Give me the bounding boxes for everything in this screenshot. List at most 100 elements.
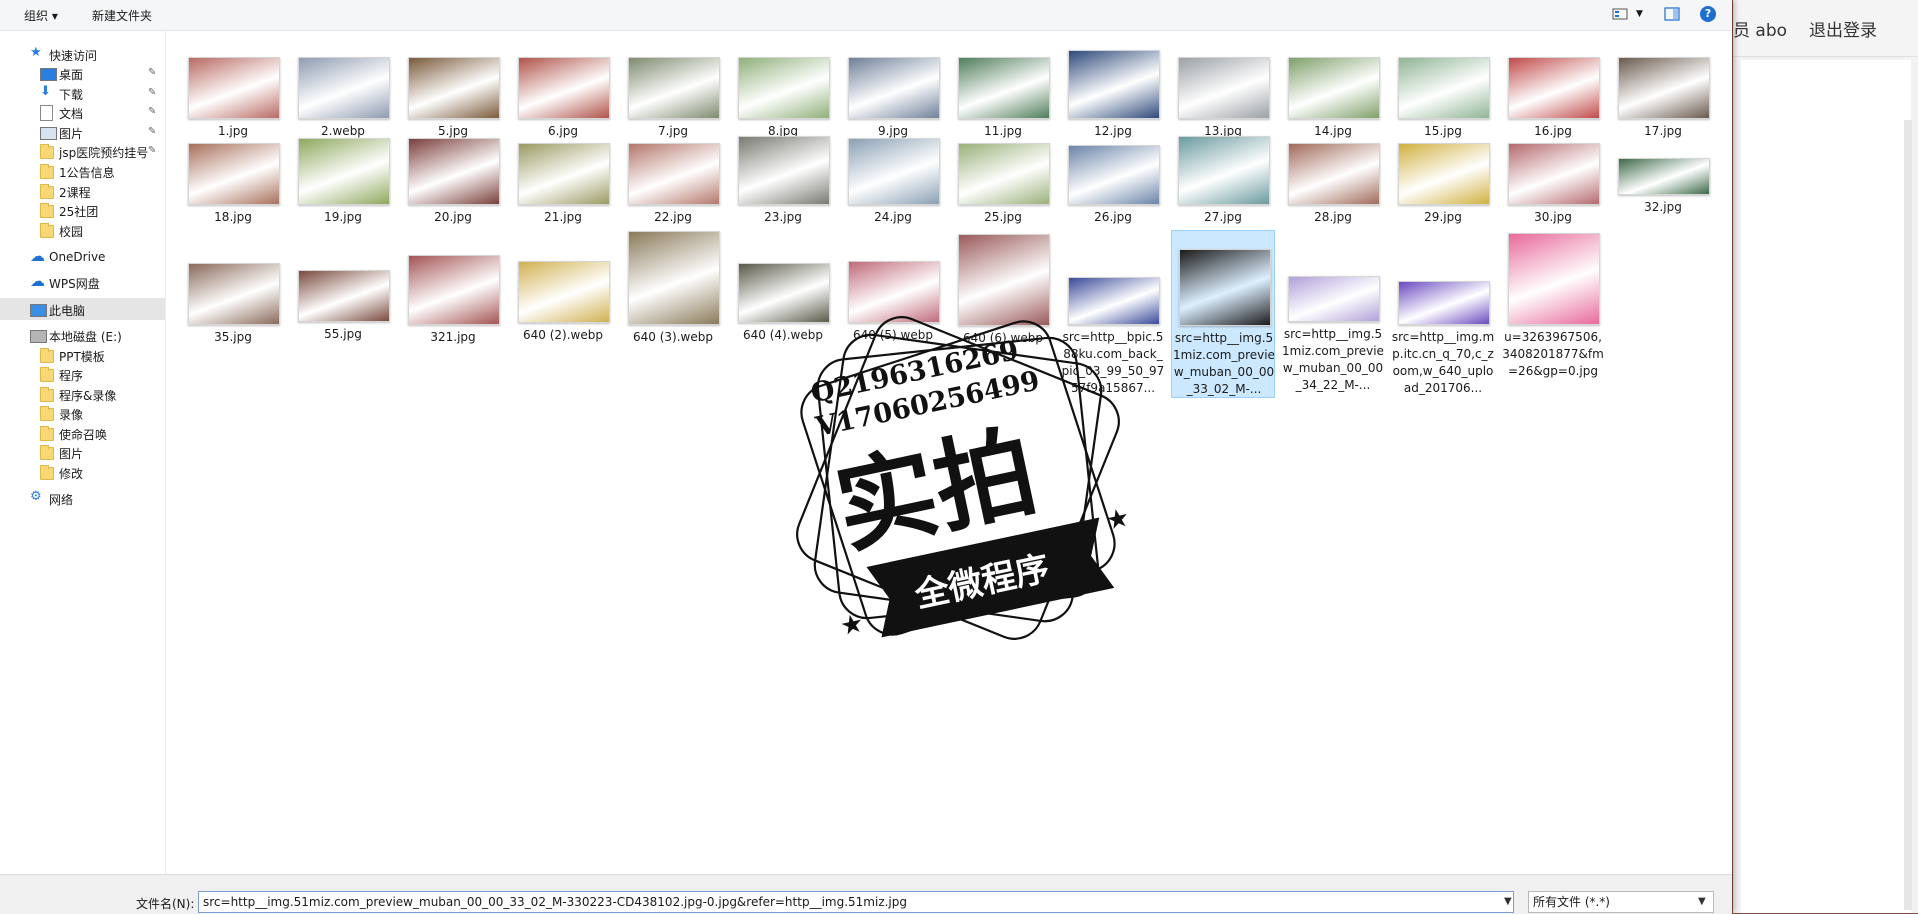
file-thumbnail <box>518 143 610 205</box>
filename-label: 文件名(N): <box>136 897 195 911</box>
file-tile[interactable]: 640 (3).webp <box>621 230 725 390</box>
filename-input[interactable]: src=http__img.51miz.com_preview_muban_00… <box>198 891 1514 913</box>
sidebar-item[interactable]: jsp医院预约挂号 ✎ <box>0 140 165 162</box>
view-options-icon[interactable] <box>1612 7 1628 21</box>
file-thumbnail <box>738 136 830 205</box>
file-thumbnail <box>628 57 720 119</box>
file-thumbnail <box>298 270 390 322</box>
logout-link[interactable]: 退出登录 <box>1809 16 1877 41</box>
folder-icon <box>40 203 54 218</box>
sidebar-item[interactable]: ☁ OneDrive <box>0 246 165 268</box>
sidebar-item[interactable]: 本地磁盘 (E:) <box>0 324 165 346</box>
file-tile[interactable]: 55.jpg <box>291 230 395 390</box>
sidebar-item[interactable]: 修改 <box>0 461 165 483</box>
sidebar-item[interactable]: ⚙ 网络 <box>0 487 165 509</box>
desktop-icon <box>40 68 57 81</box>
folder-icon <box>40 164 54 179</box>
help-icon[interactable]: ? <box>1700 6 1716 22</box>
sidebar-item[interactable]: 文档 ✎ <box>0 101 165 123</box>
file-thumbnail <box>518 261 610 323</box>
file-tile[interactable]: src=http__img.mp.itc.cn_q_70,c_zoom,w_64… <box>1391 230 1495 395</box>
pin-icon: ✎ <box>148 145 157 156</box>
sidebar-item-label: 1公告信息 <box>59 166 115 180</box>
sidebar-item[interactable]: 25社团 <box>0 199 165 221</box>
sidebar-item-label: jsp医院预约挂号 <box>59 146 149 160</box>
file-name: src=http__img.mp.itc.cn_q_70,c_zoom,w_64… <box>1391 330 1495 395</box>
dialog-toolbar: 组织 ▾ 新建文件夹 ▼ ? <box>0 0 1732 31</box>
filename-dropdown-icon[interactable]: ▼ <box>1504 896 1512 907</box>
file-thumbnail <box>188 57 280 119</box>
navigation-pane: ★ 快速访问 桌面 ✎ ⬇ 下载 ✎ 文档 ✎ 图片 ✎ jsp医院预约挂号 ✎ 1公告信息 2课程 25社团… <box>0 31 166 874</box>
sidebar-item[interactable]: 录像 <box>0 402 165 424</box>
file-thumbnail <box>298 138 390 205</box>
filetype-select[interactable]: 所有文件 (*.*) <box>1528 891 1714 913</box>
folder-icon <box>40 387 54 402</box>
cloud-icon: ☁ <box>30 272 45 290</box>
document-icon <box>40 105 53 121</box>
file-name: 640 (2).webp <box>523 328 603 342</box>
new-folder-button[interactable]: 新建文件夹 <box>92 7 152 24</box>
file-tile[interactable]: src=http__img.51miz.com_preview_muban_00… <box>1281 230 1385 392</box>
file-tile[interactable]: u=3263967506,3408201877&fm=26&gp=0.jpg <box>1501 230 1605 390</box>
file-thumbnail <box>518 57 610 119</box>
file-thumbnail <box>1178 136 1270 205</box>
sidebar-item[interactable]: ☁ WPS网盘 <box>0 271 165 293</box>
sidebar-item-label: 修改 <box>59 467 84 481</box>
file-thumbnail <box>1179 249 1271 326</box>
file-thumbnail <box>1288 143 1380 205</box>
file-thumbnail <box>738 57 830 119</box>
preview-pane-icon[interactable] <box>1664 7 1680 21</box>
user-label: 员 abo <box>1733 21 1788 41</box>
file-thumbnail <box>1178 57 1270 119</box>
sidebar-item[interactable]: 校园 <box>0 219 165 241</box>
file-tile[interactable]: 35.jpg <box>181 230 285 390</box>
file-tile[interactable]: 321.jpg <box>401 230 505 390</box>
folder-icon <box>40 184 54 199</box>
file-thumbnail <box>408 57 500 119</box>
folder-icon <box>40 426 54 441</box>
sidebar-item-label: 此电脑 <box>49 304 86 318</box>
background-scrollbar[interactable] <box>1904 120 1912 910</box>
file-thumbnail <box>1618 57 1710 119</box>
sidebar-item[interactable]: 此电脑 <box>0 298 165 320</box>
sidebar-item-label: 网络 <box>49 493 74 507</box>
view-dropdown-icon[interactable]: ▼ <box>1636 9 1643 19</box>
folder-icon <box>40 445 54 460</box>
file-thumbnail <box>1508 57 1600 119</box>
file-thumbnail <box>1288 57 1380 119</box>
folder-icon <box>40 406 54 421</box>
sidebar-item-label: 图片 <box>59 447 84 461</box>
background-card <box>1741 60 1911 913</box>
pin-icon: ✎ <box>148 126 157 137</box>
sidebar-item[interactable]: 1公告信息 <box>0 160 165 182</box>
file-thumbnail <box>188 263 280 325</box>
filetype-dropdown-icon[interactable]: ▼ <box>1698 896 1706 907</box>
sidebar-item-label: 录像 <box>59 408 84 422</box>
star-icon: ★ <box>30 45 42 60</box>
sidebar-item[interactable]: 桌面 ✎ <box>0 62 165 84</box>
file-thumbnail <box>628 143 720 205</box>
sidebar-item[interactable]: 程序 <box>0 363 165 385</box>
folder-icon <box>40 465 54 480</box>
file-tile[interactable]: 640 (2).webp <box>511 230 615 390</box>
file-tile[interactable]: src=http__img.51miz.com_preview_muban_00… <box>1171 230 1275 398</box>
folder-icon <box>40 223 54 238</box>
file-thumbnail <box>1398 143 1490 205</box>
sidebar-item-label: WPS网盘 <box>49 277 100 291</box>
sidebar-item-label: 本地磁盘 (E:) <box>49 330 122 344</box>
file-thumbnail <box>1398 57 1490 119</box>
file-thumbnail <box>1508 143 1600 205</box>
folder-icon <box>40 144 54 159</box>
pin-icon: ✎ <box>148 87 157 98</box>
file-thumbnail <box>848 57 940 119</box>
file-thumbnail <box>628 231 720 325</box>
pin-icon: ✎ <box>148 67 157 78</box>
watermark-star-icon: ★ <box>1103 503 1132 537</box>
pin-icon: ✎ <box>148 106 157 117</box>
sidebar-item[interactable]: 图片 <box>0 441 165 463</box>
organize-button[interactable]: 组织 ▾ <box>24 7 58 24</box>
file-tile[interactable]: 32.jpg <box>1611 135 1715 295</box>
file-thumbnail <box>1508 233 1600 325</box>
file-name: 32.jpg <box>1644 200 1682 214</box>
file-name: 35.jpg <box>214 330 252 344</box>
